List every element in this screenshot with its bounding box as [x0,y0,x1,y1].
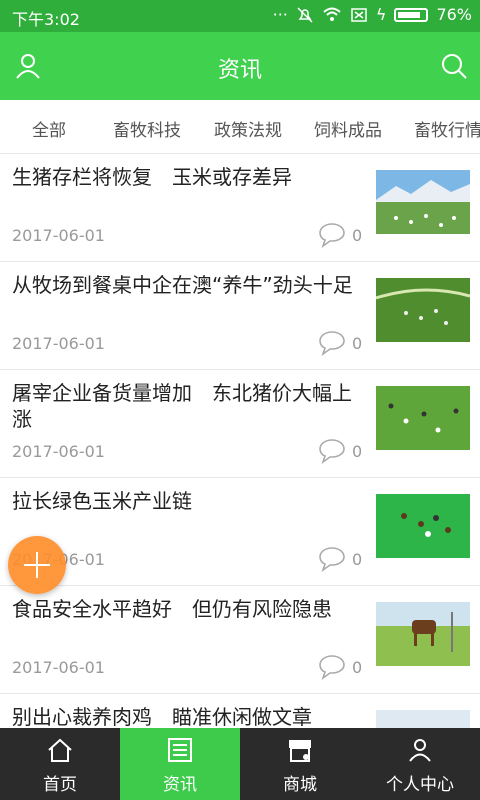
charging-icon: ϟ [375,5,387,24]
list-item[interactable]: 别出心裁养肉鸡 瞄准休闲做文章 [0,694,480,728]
page-title: 资讯 [217,58,262,83]
add-button[interactable] [8,536,66,594]
mute-icon [297,6,313,23]
article-date: 2017-06-01 [12,658,105,677]
article-thumbnail [376,710,470,728]
article-list: 生猪存栏将恢复 玉米或存差异 2017-06-01 0 从牧场到餐桌中企在澳“养… [0,154,480,728]
list-item[interactable]: 拉长绿色玉米产业链 2017-06-01 0 [0,478,480,586]
comment-icon [319,331,345,356]
tab-policy[interactable]: 政策法规 [214,116,282,141]
tab-market[interactable]: 畜牧行情 [414,116,480,141]
comment-count: 0 [352,550,363,569]
list-item[interactable]: 屠宰企业备货量增加 东北猪价大幅上涨 2017-06-01 0 [0,370,480,478]
article-thumbnail [376,602,470,666]
article-date: 2017-06-01 [12,226,105,245]
list-item[interactable]: 从牧场到餐桌中企在澳“养牛”劲头十足 2017-06-01 0 [0,262,480,370]
category-tabs: 全部 畜牧科技 政策法规 饲料成品 畜牧行情 [0,100,480,154]
article-thumbnail [376,494,470,558]
comment-count: 0 [352,334,363,353]
article-thumbnail [376,386,470,450]
list-item[interactable]: 生猪存栏将恢复 玉米或存差异 2017-06-01 0 [0,154,480,262]
nav-label: 资讯 [163,775,197,795]
article-title: 别出心裁养肉鸡 瞄准休闲做文章 [12,705,312,728]
article-title: 生猪存栏将恢复 玉米或存差异 [12,165,292,189]
comment-count: 0 [352,442,363,461]
store-icon [289,740,311,762]
nav-label: 个人中心 [386,775,454,795]
battery-icon [394,7,429,22]
comment-icon [319,547,345,572]
news-icon [168,738,192,762]
app-header: 资讯 [0,32,480,100]
tab-all[interactable]: 全部 [32,116,66,141]
article-thumbnail [376,170,470,234]
article-thumbnail [376,278,470,342]
comment-icon [319,223,345,248]
sim-icon [351,7,367,22]
comment-count: 0 [352,658,363,677]
article-date: 2017-06-01 [12,442,105,461]
article-title: 从牧场到餐桌中企在澳“养牛”劲头十足 [12,273,353,297]
article-title: 拉长绿色玉米产业链 [12,489,192,513]
home-icon [48,738,72,762]
nav-label: 首页 [43,775,77,795]
bottom-nav: 首页 资讯 商城 个人中心 [0,728,480,800]
comment-icon [319,655,345,680]
dots-icon: ··· [272,5,288,24]
status-icons: ··· ϟ 76% [273,5,472,24]
nav-news[interactable]: 资讯 [120,728,240,800]
wifi-icon [323,7,341,21]
article-title: 食品安全水平趋好 但仍有风险隐患 [12,597,332,621]
comment-count: 0 [352,226,363,245]
status-time: 下午3:02 [12,10,80,29]
search-icon[interactable] [440,52,468,80]
nav-profile[interactable]: 个人中心 [360,728,480,800]
list-item[interactable]: 食品安全水平趋好 但仍有风险隐患 2017-06-01 0 [0,586,480,694]
nav-label: 商城 [283,775,317,795]
comment-icon [319,439,345,464]
tab-livestock-tech[interactable]: 畜牧科技 [113,116,181,141]
profile-icon [409,739,431,762]
battery-level: 76% [436,5,472,24]
nav-home[interactable]: 首页 [0,728,120,800]
article-title: 屠宰企业备货量增加 东北猪价大幅上涨 [12,381,352,431]
nav-store[interactable]: 商城 [240,728,360,800]
status-bar: 下午3:02 ··· ϟ 76% [0,0,480,32]
tab-feed[interactable]: 饲料成品 [314,116,382,141]
article-date: 2017-06-01 [12,334,105,353]
